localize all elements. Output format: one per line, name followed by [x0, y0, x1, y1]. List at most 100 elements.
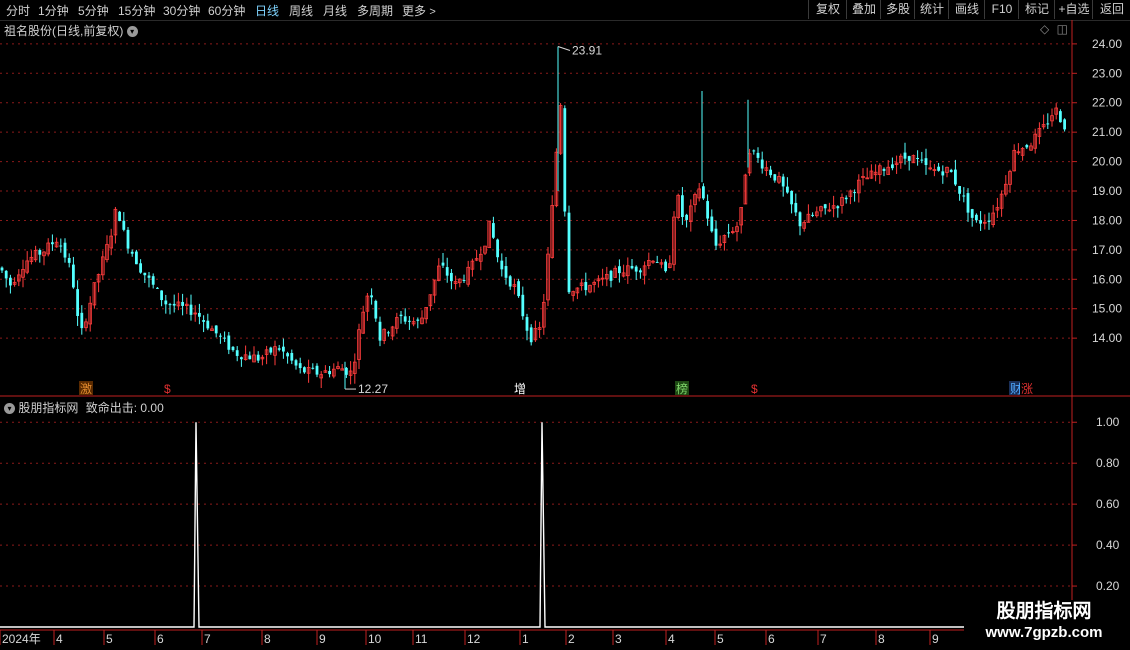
candle-body: [72, 264, 75, 288]
time-axis: 2024年 4 5 6 7 8 9 10 11 12 1 2 3 4 5 6 7 8 9: [0, 629, 1072, 646]
time-label: 6: [157, 632, 164, 646]
price-label: 18.00: [1092, 213, 1122, 227]
event-tag: $: [751, 382, 758, 396]
candle-body: [403, 316, 407, 322]
signal-series-line: [0, 422, 1072, 628]
indicator-value: 0.00: [140, 401, 164, 415]
watermark-url: www.7gpzb.com: [985, 624, 1103, 641]
candle-body: [962, 195, 966, 197]
candle-body: [9, 277, 12, 286]
candle-body: [139, 263, 142, 273]
candle-body: [135, 251, 138, 265]
indicator-axis-label: 0.80: [1096, 456, 1120, 470]
time-label: 4: [668, 632, 675, 646]
price-label: 16.00: [1092, 272, 1122, 286]
candle-body: [811, 214, 814, 216]
candle-body: [924, 158, 928, 166]
candle-body: [794, 202, 798, 213]
candle-body: [240, 357, 243, 360]
candle-body: [328, 370, 331, 375]
candle-body: [958, 186, 961, 194]
candle-body: [891, 164, 894, 169]
candle-body: [370, 295, 373, 298]
time-label: 4: [56, 632, 63, 646]
candle-body: [773, 174, 777, 181]
time-label: 7: [204, 632, 211, 646]
candle-body: [164, 300, 168, 305]
candle-body: [206, 320, 210, 329]
chart-canvas: 24.0023.0022.0021.0020.0019.0018.0017.00…: [0, 20, 1130, 646]
candle-body: [823, 204, 827, 209]
indicator-panel-title: 股朋指标网: [18, 401, 79, 415]
candle-body: [160, 290, 163, 301]
candle-body: [51, 242, 54, 245]
candle-body: [118, 211, 121, 222]
candle-body: [80, 312, 84, 329]
candle-body: [954, 169, 957, 185]
candle-body: [798, 212, 802, 227]
candle-body: [202, 320, 205, 322]
candle-body: [63, 242, 67, 258]
candle-body: [248, 355, 252, 360]
price-label: 23.00: [1092, 66, 1122, 80]
candle-body: [1046, 123, 1050, 125]
candle-body: [38, 250, 42, 255]
candle-body: [664, 261, 667, 272]
candle-body: [618, 266, 621, 274]
indicator-axis-label: 0.20: [1096, 579, 1120, 593]
candle-body: [727, 232, 730, 234]
price-label: 15.00: [1092, 302, 1122, 316]
candle-body: [907, 156, 911, 161]
event-tag: 涨: [1021, 381, 1033, 396]
candle-body: [760, 159, 764, 169]
watermark: 股朋指标网 www.7gpzb.com: [964, 600, 1124, 644]
candle-body: [903, 152, 907, 159]
candle-body: [706, 201, 709, 219]
event-tag: 增: [514, 382, 526, 396]
event-tag: 激: [80, 382, 92, 396]
candle-body: [450, 272, 453, 282]
candle-body: [836, 206, 840, 209]
candle-body: [920, 159, 924, 161]
candle-body: [156, 287, 159, 289]
candle-body: [529, 327, 533, 343]
candle-body: [181, 301, 184, 306]
candle-body: [298, 363, 302, 369]
min-price-label: 12.27: [358, 382, 388, 396]
candle-body: [769, 169, 772, 176]
candle-body: [790, 190, 793, 205]
candle-body: [609, 270, 613, 281]
candle-body: [441, 262, 445, 266]
candle-body: [1059, 111, 1062, 123]
candle-body: [227, 335, 231, 350]
price-label: 21.00: [1092, 125, 1122, 139]
candle-body: [399, 314, 403, 317]
candle-body: [979, 220, 982, 224]
candle-body: [853, 192, 856, 194]
candle-body: [151, 276, 155, 285]
candle-body: [387, 332, 390, 334]
candle-body: [147, 275, 151, 278]
time-label: 6: [768, 632, 775, 646]
time-label: 11: [415, 632, 428, 646]
candle-body: [1063, 119, 1066, 130]
time-label: 7: [820, 632, 827, 646]
candle-body: [752, 150, 756, 152]
candle-body: [916, 158, 919, 160]
candle-body: [681, 195, 684, 218]
candle-body: [294, 360, 298, 366]
price-label: 14.00: [1092, 331, 1122, 345]
time-label: 8: [264, 632, 271, 646]
candle-body: [500, 260, 504, 270]
event-tag: 榜: [676, 381, 688, 396]
candle-body: [655, 261, 659, 263]
candle-body: [521, 294, 525, 317]
candle-body: [303, 367, 306, 373]
chevron-down-icon[interactable]: ▾: [4, 403, 15, 415]
candle-body: [286, 353, 289, 357]
event-tags: 激 $ 增榜 $ 财涨: [79, 381, 1034, 396]
candle-body: [235, 350, 239, 356]
candle-body: [786, 186, 789, 193]
candle-body: [416, 319, 420, 321]
candle-body: [172, 303, 176, 306]
